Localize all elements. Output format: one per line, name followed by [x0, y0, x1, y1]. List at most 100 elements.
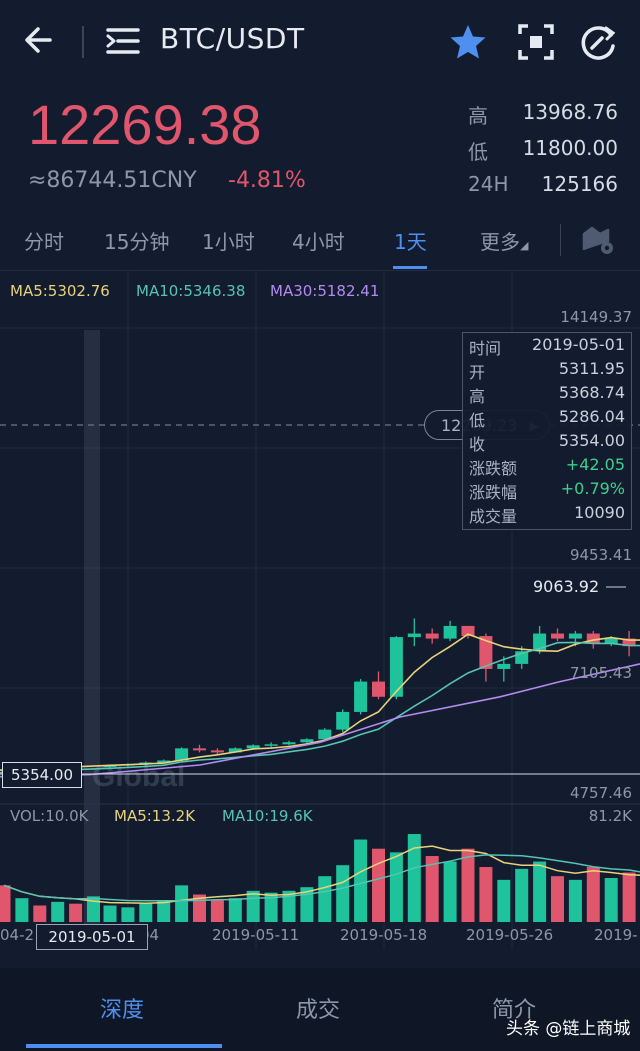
candle-body: [425, 633, 439, 639]
tab-divider: [560, 224, 561, 256]
stat-high-label: 高: [468, 104, 488, 128]
volume-bar: [533, 861, 547, 922]
tooltip-row: 收 5354.00: [469, 431, 625, 455]
volume-bar: [372, 848, 385, 922]
tooltip-row: 涨跌幅 +0.79%: [469, 479, 625, 503]
bottom-tab-indicator: [26, 1044, 222, 1048]
crosshair-price-label: 5354.00: [2, 762, 82, 788]
candle-body: [210, 750, 224, 753]
candle-body: [497, 663, 511, 669]
tab-depth[interactable]: 深度: [100, 992, 144, 1024]
chart-settings-icon[interactable]: [582, 224, 616, 256]
price-axis-label: 4757.46: [570, 784, 632, 802]
candle-body: [264, 744, 278, 746]
volume-bar: [51, 901, 65, 922]
screenshot-icon[interactable]: [516, 22, 556, 62]
date-axis-label: 2019-05-26: [466, 926, 553, 944]
volume-bar: [336, 865, 350, 922]
volume-bar: [479, 867, 493, 922]
tooltip-key: 成交量: [469, 507, 518, 526]
date-axis-label: 2019-05-18: [340, 926, 427, 944]
tooltip-value: 5354.00: [558, 431, 625, 450]
volume-bar: [568, 879, 582, 922]
volume-bar: [551, 876, 564, 922]
candle-tooltip: 时间 2019-05-01 开 5311.95 高 5368.74 低 5286.04 收 535…: [462, 332, 632, 530]
high-price-marker: 9063.92: [533, 577, 599, 596]
volume-bar: [461, 848, 475, 922]
stat-low-value: 11800.00: [522, 136, 618, 160]
tab-timeline[interactable]: 分时: [24, 226, 64, 255]
candle-body: [193, 748, 206, 751]
crosshair-vertical: [84, 330, 100, 930]
tooltip-value: 5286.04: [558, 407, 625, 426]
volume-axis-max: 81.2K: [589, 807, 633, 825]
volume-bar: [515, 868, 529, 922]
price-cny: ≈86744.51CNY: [28, 168, 197, 193]
tooltip-key: 低: [469, 411, 486, 430]
volume-bar: [103, 905, 117, 922]
market-list-icon[interactable]: [104, 22, 142, 60]
tooltip-key: 收: [469, 435, 486, 454]
volume-bar: [246, 890, 260, 922]
stat-low-label: 低: [468, 140, 488, 164]
back-arrow-icon[interactable]: [20, 20, 60, 60]
volume-bar: [210, 900, 224, 922]
tab-more[interactable]: 更多◢: [480, 226, 528, 255]
share-refresh-icon[interactable]: [578, 22, 618, 62]
stat-24h-label: 24H: [468, 172, 509, 196]
tooltip-row: 涨跌额 +42.05: [469, 455, 625, 479]
pair-title[interactable]: BTC/USDT: [160, 22, 305, 55]
volume-bar: [443, 861, 457, 922]
volume-bar: [15, 898, 29, 922]
candle-body: [372, 681, 385, 697]
tab-15min[interactable]: 15分钟: [104, 226, 169, 255]
ma30-label: MA30:5182.41: [270, 282, 380, 300]
price-axis-label: 14149.37: [560, 308, 632, 326]
header-divider: [82, 26, 84, 58]
tooltip-row: 高 5368.74: [469, 383, 625, 407]
volume-label: VOL:10.0K: [10, 807, 90, 825]
tooltip-key: 涨跌额: [469, 459, 518, 478]
volume-ma5-label: MA5:13.2K: [114, 807, 196, 825]
crosshair-date-label: 2019-05-01: [36, 924, 148, 950]
ma10-label: MA10:5346.38: [136, 282, 246, 300]
candle-body: [354, 681, 368, 712]
tooltip-value: +42.05: [565, 455, 625, 474]
candle-body: [586, 633, 600, 644]
tab-4hour[interactable]: 4小时: [292, 226, 345, 255]
tooltip-row: 时间 2019-05-01: [469, 335, 625, 359]
candle-body: [300, 739, 314, 743]
candle-body: [568, 633, 582, 639]
tab-1hour[interactable]: 1小时: [202, 226, 255, 255]
change-percent: -4.81%: [228, 168, 306, 193]
volume-bar: [497, 879, 511, 922]
volume-bar: [318, 876, 332, 922]
caret-down-icon: ◢: [520, 239, 529, 252]
date-axis-label: 2019-: [594, 926, 638, 944]
volume-bar: [69, 903, 83, 922]
candle-body: [443, 625, 457, 639]
ma5-label: MA5:5302.76: [10, 282, 110, 300]
tooltip-key: 时间: [469, 339, 502, 358]
stat-24h-value: 125166: [541, 172, 618, 196]
date-axis-label: 04-2: [0, 926, 34, 944]
tooltip-row: 低 5286.04: [469, 407, 625, 431]
tab-1day[interactable]: 1天: [394, 226, 427, 255]
volume-bar: [33, 905, 47, 922]
volume-bar: [139, 903, 153, 922]
candle-body: [389, 637, 403, 697]
candle-body: [336, 711, 350, 730]
volume-bar: [604, 878, 618, 922]
tooltip-value: 5311.95: [558, 359, 625, 378]
date-axis-label: 2019-05-11: [212, 926, 299, 944]
tooltip-value: 10090: [574, 503, 625, 522]
favorite-star-icon[interactable]: [448, 22, 488, 62]
volume-bar: [175, 885, 189, 922]
candle-body: [282, 742, 296, 745]
volume-bar: [0, 885, 11, 922]
tab-trades[interactable]: 成交: [296, 992, 340, 1024]
volume-bar: [389, 852, 403, 922]
candle-body: [246, 745, 260, 749]
tooltip-value: 2019-05-01: [532, 335, 625, 354]
candle-body: [551, 633, 564, 639]
